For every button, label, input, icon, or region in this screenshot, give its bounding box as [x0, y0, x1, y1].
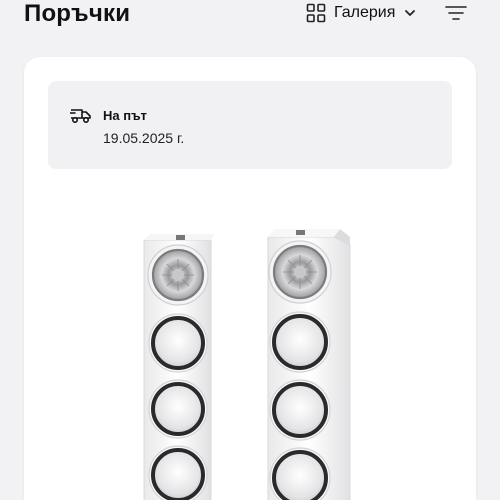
product-image-speakers[interactable]: [24, 177, 476, 500]
view-mode-dropdown[interactable]: Галерия: [306, 2, 417, 24]
chevron-down-icon: [405, 10, 416, 16]
filter-icon[interactable]: [445, 4, 467, 22]
order-date: 19.05.2025 г.: [103, 130, 185, 146]
order-card[interactable]: На път 19.05.2025 г.: [24, 57, 476, 500]
view-mode-label: Галерия: [334, 4, 396, 21]
order-status-box: На път 19.05.2025 г.: [48, 81, 452, 169]
header: Поръчки Галерия: [0, 0, 500, 36]
speaker-left: [143, 234, 214, 500]
speaker-right: [267, 229, 351, 500]
delivery-truck-icon: [70, 109, 91, 124]
page-title: Поръчки: [24, 0, 131, 27]
grid-icon: [306, 3, 326, 23]
order-status: На път: [103, 108, 147, 123]
